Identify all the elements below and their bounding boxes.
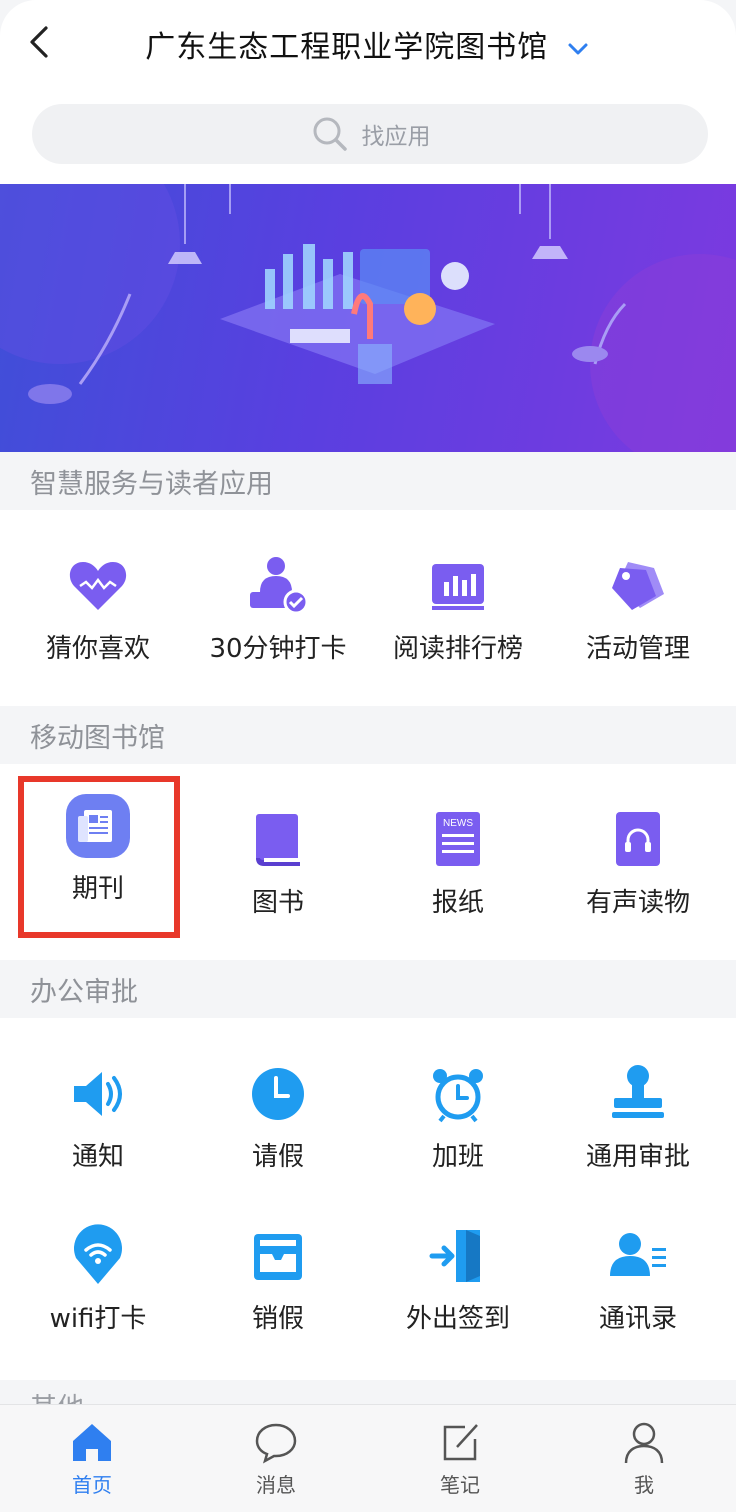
- highlight-box: [18, 776, 180, 938]
- audiobook-icon: [616, 812, 660, 866]
- tab-me[interactable]: 我: [552, 1419, 736, 1498]
- tile-label: 通用审批: [585, 1142, 690, 1172]
- tab-home[interactable]: 首页: [0, 1419, 184, 1498]
- contacts-icon: [610, 1233, 666, 1276]
- search-icon: [313, 117, 347, 151]
- section-title: 智慧服务与读者应用: [30, 469, 273, 500]
- speaker-icon: [74, 1072, 122, 1116]
- svg-text:NEWS: NEWS: [443, 818, 473, 829]
- tile-wifi-checkin[interactable]: wifi打卡: [6, 1224, 190, 1335]
- tile-books[interactable]: 图书: [186, 808, 370, 919]
- tile-label: 外出签到: [405, 1304, 510, 1334]
- clock-icon: [252, 1068, 304, 1120]
- tile-label: 猜你喜欢: [45, 634, 150, 664]
- book-icon: [256, 814, 300, 866]
- section-header-office: 办公审批: [0, 960, 736, 1018]
- tile-leave[interactable]: 请假: [186, 1062, 370, 1173]
- section-title: 办公审批: [30, 977, 138, 1008]
- tile-label: wifi打卡: [49, 1304, 147, 1334]
- section-header-smart: 智慧服务与读者应用: [0, 452, 736, 510]
- tab-label: 我: [634, 1473, 654, 1497]
- tile-audiobooks[interactable]: 有声读物: [546, 808, 730, 919]
- tile-label: 销假: [251, 1304, 304, 1334]
- tags-icon: [612, 562, 664, 610]
- alarm-clock-icon: [433, 1069, 483, 1123]
- wifi-pin-icon: [74, 1224, 122, 1284]
- tile-label: 请假: [251, 1142, 304, 1172]
- search-area: 找应用: [0, 86, 736, 184]
- search-placeholder: 找应用: [361, 124, 431, 150]
- bottom-tab-bar: 首页 消息 笔记 我: [0, 1404, 736, 1512]
- tile-label: 图书: [251, 888, 304, 918]
- office-approval-panel: 通知 请假 加班 通用审批 wifi打卡 销假 外出签到 通讯录: [0, 1018, 736, 1380]
- banner-illustration: [0, 184, 736, 452]
- top-bar: 广东生态工程职业学院图书馆: [0, 0, 736, 86]
- library-title-dropdown[interactable]: 广东生态工程职业学院图书馆: [0, 22, 736, 66]
- page-title: 广东生态工程职业学院图书馆: [145, 30, 549, 65]
- tile-label: 30分钟打卡: [209, 634, 347, 664]
- exit-door-icon: [429, 1230, 480, 1282]
- checkin-person-icon: [250, 557, 309, 615]
- tab-messages[interactable]: 消息: [184, 1419, 368, 1498]
- chevron-down-icon: [568, 43, 588, 54]
- inbox-icon: [254, 1234, 302, 1280]
- tile-notice[interactable]: 通知: [6, 1062, 190, 1173]
- tile-30min-checkin[interactable]: 30分钟打卡: [186, 554, 370, 665]
- tile-label: 阅读排行榜: [392, 634, 523, 664]
- tile-label: 报纸: [431, 888, 484, 918]
- tab-notes[interactable]: 笔记: [368, 1419, 552, 1498]
- note-edit-icon: [443, 1424, 478, 1461]
- tile-label: 有声读物: [585, 888, 690, 918]
- section-title: 移动图书馆: [30, 723, 165, 754]
- tile-overtime[interactable]: 加班: [366, 1062, 550, 1173]
- newspaper-icon: NEWS: [436, 812, 480, 866]
- tab-label: 消息: [256, 1473, 296, 1497]
- tile-cancel-leave[interactable]: 销假: [186, 1224, 370, 1335]
- tile-label: 加班: [431, 1142, 484, 1172]
- tile-label: 活动管理: [585, 634, 690, 664]
- tile-activity-management[interactable]: 活动管理: [546, 554, 730, 665]
- tile-contacts[interactable]: 通讯录: [546, 1224, 730, 1335]
- banner-image[interactable]: [0, 184, 736, 452]
- tab-label: 首页: [72, 1473, 112, 1497]
- stamp-icon: [612, 1065, 664, 1118]
- tile-newspapers[interactable]: NEWS 报纸: [366, 808, 550, 919]
- mobile-library-panel: 期刊 图书 NEWS 报纸 有声读物: [0, 764, 736, 960]
- tile-label: 通讯录: [598, 1304, 677, 1334]
- home-icon: [73, 1424, 111, 1461]
- heart-icon: [69, 562, 127, 610]
- tile-guess-you-like[interactable]: 猜你喜欢: [6, 554, 190, 665]
- tile-outing-checkin[interactable]: 外出签到: [366, 1224, 550, 1335]
- search-input[interactable]: 找应用: [32, 104, 708, 164]
- section-header-mobile-library: 移动图书馆: [0, 706, 736, 764]
- smart-services-panel: 猜你喜欢 30分钟打卡 阅读排行榜 活动管理: [0, 510, 736, 706]
- bar-chart-icon: [432, 564, 484, 610]
- person-icon: [624, 1422, 664, 1464]
- tile-label: 通知: [71, 1142, 124, 1172]
- chat-bubble-icon: [255, 1423, 297, 1464]
- tab-label: 笔记: [440, 1473, 480, 1497]
- tile-general-approval[interactable]: 通用审批: [546, 1062, 730, 1173]
- tile-reading-ranking[interactable]: 阅读排行榜: [366, 554, 550, 665]
